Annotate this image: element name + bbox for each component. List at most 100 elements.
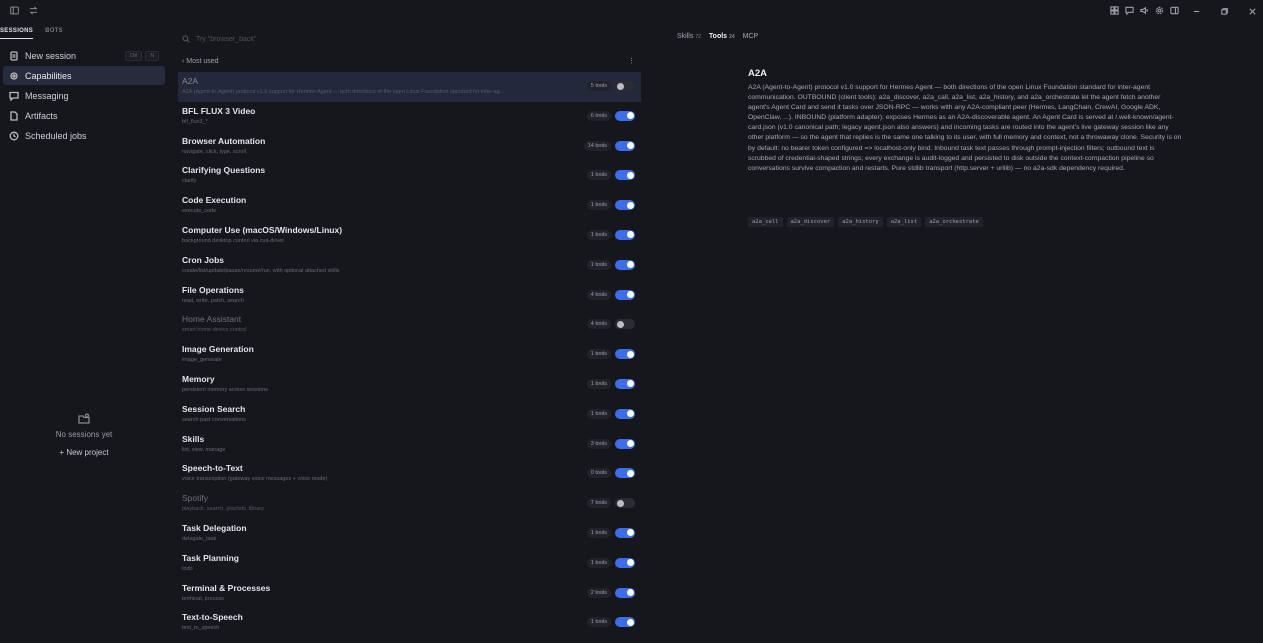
tools-count-badge: 1 tools [586, 378, 611, 389]
capability-toggle[interactable] [615, 200, 635, 211]
capability-toggle[interactable] [615, 438, 635, 449]
more-icon[interactable]: ⋮ [628, 57, 635, 65]
capability-row[interactable]: Home Assistant smart home device control 4… [178, 310, 641, 340]
tools-count-badge: 5 tools [586, 81, 611, 91]
capability-controls: 7 tools [586, 498, 635, 509]
capability-title: BFL FLUX 3 Video [182, 105, 256, 116]
capability-title: Computer Use (macOS/Windows/Linux) [182, 224, 343, 235]
capability-row[interactable]: File Operations read, write, patch, searc… [178, 281, 641, 311]
capability-row[interactable]: Browser Automation navigate, click, type,… [178, 132, 641, 162]
capability-row[interactable]: Text-to-Speech text_to_speech 1 tools [178, 608, 641, 638]
capability-toggle[interactable] [615, 289, 635, 300]
restore-button[interactable] [1213, 7, 1235, 16]
capability-toggle[interactable] [615, 378, 635, 389]
search-icon [182, 35, 190, 43]
search-input[interactable] [196, 35, 496, 43]
tool-chip[interactable]: a2a_call [748, 217, 783, 227]
capability-row[interactable]: Memory persistent memory across sessions 1… [178, 370, 641, 400]
tab-sessions[interactable]: SESSIONS [0, 28, 34, 39]
capability-toggle[interactable] [615, 259, 635, 270]
capability-toggle[interactable] [615, 527, 635, 538]
sidebar-item-scheduled-jobs[interactable]: Scheduled jobs [3, 126, 165, 145]
capabilities-list: A2A A2A (Agent-to-Agent) protocol v1.0 su… [178, 72, 641, 638]
capability-title: Spotify [182, 493, 208, 504]
group-label-wrap: ‹ Most used [182, 57, 219, 65]
capability-controls: 1 tools [586, 408, 635, 419]
tool-chip[interactable]: a2a_discover [786, 217, 835, 227]
capability-row[interactable]: Clarifying Questions clarify 1 tools [178, 161, 641, 191]
tools-count-badge: 1 tools [586, 527, 611, 538]
capability-title: Text-to-Speech [182, 612, 243, 623]
new-session-button[interactable]: New session Ctrl N [3, 46, 165, 65]
capability-controls: 1 tools [586, 617, 635, 628]
sidebar-item-artifacts[interactable]: Artifacts [3, 106, 165, 125]
app-window: SESSIONS BOTS New session Ctrl N Capabil… [0, 0, 1263, 643]
new-session-label: New session [25, 50, 77, 61]
capability-controls: 1 tools [586, 170, 635, 181]
switch-icon[interactable] [29, 6, 38, 17]
capability-row[interactable]: Speech-to-Text voice transcription (gatew… [178, 459, 641, 489]
capability-row[interactable]: Code Execution execute_code 1 tools [178, 191, 641, 221]
tool-chip[interactable]: a2a_orchestrate [925, 217, 983, 227]
chat-icon[interactable] [1125, 6, 1134, 17]
kbd-n: N [145, 50, 159, 61]
clock-icon [9, 131, 19, 140]
capability-row[interactable]: BFL FLUX 3 Video bfl_flux3_* 6 tools [178, 102, 641, 132]
capability-toggle[interactable] [615, 319, 635, 330]
capability-row[interactable]: Cron Jobs create/list/update/pause/resume… [178, 251, 641, 281]
tab-bots[interactable]: BOTS [45, 28, 63, 38]
capability-desc: read, write, patch, search [182, 297, 244, 304]
capability-desc: background desktop control via cua-drive… [182, 237, 285, 244]
empty-sessions-text: No sessions yet [55, 430, 113, 439]
group-header[interactable]: ‹ Most used ⋮ [178, 50, 641, 72]
capability-desc: todo [182, 565, 193, 572]
close-button[interactable] [1241, 7, 1263, 16]
empty-sessions: No sessions yet + New project [0, 412, 168, 457]
layout-icon[interactable] [1110, 6, 1119, 17]
capability-toggle[interactable] [615, 617, 635, 628]
capability-toggle[interactable] [615, 81, 635, 91]
speaker-icon[interactable] [1140, 6, 1149, 17]
gear-icon[interactable] [1155, 6, 1164, 17]
capability-toggle[interactable] [615, 229, 635, 240]
tools-count-badge: 0 tools [586, 468, 611, 479]
capability-row[interactable]: Image Generation image_generate 1 tools [178, 340, 641, 370]
tab-tools[interactable]: Tools 24 [709, 33, 735, 40]
capability-row[interactable]: Terminal & Processes terminal, process 2 t… [178, 579, 641, 609]
minimize-button[interactable] [1185, 7, 1207, 16]
capability-toggle[interactable] [615, 587, 635, 598]
capability-toggle[interactable] [615, 110, 635, 121]
tools-count-badge: 4 tools [586, 289, 611, 300]
tab-mcp[interactable]: MCP [743, 33, 761, 40]
tool-chip[interactable]: a2a_list [886, 217, 922, 227]
capability-row[interactable]: Computer Use (macOS/Windows/Linux) backgr… [178, 221, 641, 251]
tools-count-badge: 14 tools [583, 140, 611, 151]
capability-desc: delegate_task [182, 535, 217, 542]
tools-count-badge: 1 tools [586, 229, 611, 240]
tab-skills[interactable]: Skills 72 [677, 33, 701, 40]
capability-desc: bfl_flux3_* [182, 118, 208, 125]
sidebar-item-capabilities[interactable]: Capabilities [3, 66, 165, 85]
capability-row[interactable]: Task Delegation delegate_task 1 tools [178, 519, 641, 549]
new-project-button[interactable]: + New project [0, 448, 168, 457]
capability-row[interactable]: Spotify playback, search, playlists, libr… [178, 489, 641, 519]
capability-toggle[interactable] [615, 140, 635, 151]
panel-icon[interactable] [1170, 6, 1179, 17]
capability-controls: 4 tools [586, 289, 635, 300]
capability-toggle[interactable] [615, 468, 635, 479]
detail-tabs: Skills 72 Tools 24 MCP [677, 33, 760, 40]
capability-controls: 6 tools [586, 110, 635, 121]
capability-row[interactable]: A2A A2A (Agent-to-Agent) protocol v1.0 su… [178, 72, 641, 102]
capability-row[interactable]: Session Search search past conversations 1… [178, 400, 641, 430]
sidebar-toggle-icon[interactable] [10, 6, 19, 17]
capability-toggle[interactable] [615, 170, 635, 181]
sidebar-item-label: Messaging [25, 90, 69, 101]
capability-row[interactable]: Skills list, view, manage 3 tools [178, 430, 641, 460]
sidebar-item-messaging[interactable]: Messaging [3, 86, 165, 105]
capability-toggle[interactable] [615, 408, 635, 419]
capability-row[interactable]: Task Planning todo 1 tools [178, 549, 641, 579]
capability-toggle[interactable] [615, 498, 635, 509]
tool-chip[interactable]: a2a_history [838, 217, 883, 227]
capability-toggle[interactable] [615, 557, 635, 568]
capability-toggle[interactable] [615, 349, 635, 360]
